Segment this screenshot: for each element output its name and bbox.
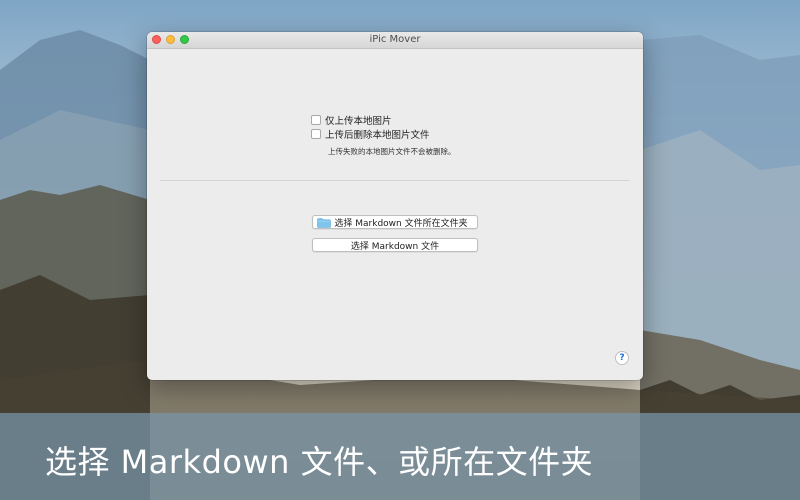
divider [160, 180, 630, 181]
upload-local-only-option[interactable]: 仅上传本地图片 [311, 114, 392, 127]
upload-local-only-label: 仅上传本地图片 [325, 116, 392, 127]
window-title: iPic Mover [369, 34, 421, 45]
folder-icon [317, 218, 331, 228]
app-window: iPic Mover 仅上传本地图片 上传后删除本地图片文件 上传失败的本地图片… [147, 32, 643, 380]
upload-local-only-checkbox[interactable] [311, 115, 321, 125]
choose-file-button[interactable]: 选择 Markdown 文件 [312, 238, 478, 252]
delete-after-upload-checkbox[interactable] [311, 129, 321, 139]
help-button[interactable]: ? [615, 351, 629, 365]
desktop: iPic Mover 仅上传本地图片 上传后删除本地图片文件 上传失败的本地图片… [0, 0, 800, 500]
delete-after-upload-option[interactable]: 上传后删除本地图片文件 [311, 128, 430, 141]
delete-after-upload-label: 上传后删除本地图片文件 [325, 130, 430, 141]
delete-hint-text: 上传失败的本地图片文件不会被删除。 [328, 147, 456, 156]
choose-folder-button[interactable]: 选择 Markdown 文件所在文件夹 [312, 215, 478, 229]
choose-file-label: 选择 Markdown 文件 [350, 241, 440, 252]
choose-folder-label: 选择 Markdown 文件所在文件夹 [334, 218, 468, 229]
title-bar: iPic Mover [147, 32, 643, 49]
caption-text: 选择 Markdown 文件、或所在文件夹 [45, 443, 594, 481]
